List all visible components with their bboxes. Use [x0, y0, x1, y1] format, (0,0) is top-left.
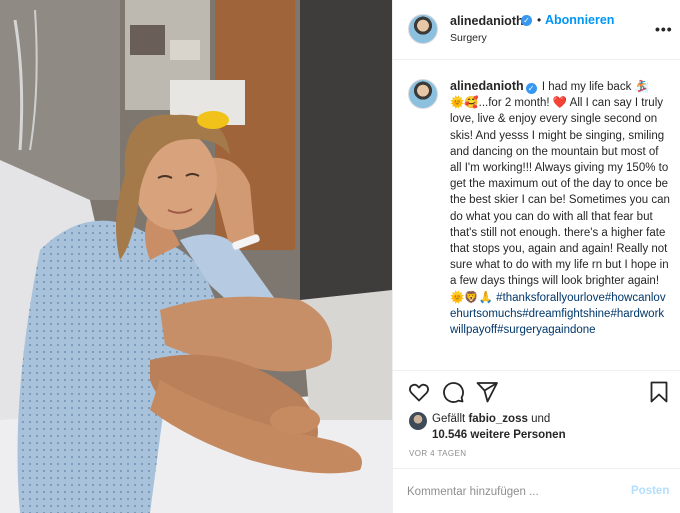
caption-part2: ...for 2 month!	[478, 97, 553, 110]
likes-count-link[interactable]: 10.546 weitere Personen	[432, 429, 566, 441]
comment-input[interactable]	[407, 483, 607, 501]
comment-icon[interactable]	[441, 380, 465, 404]
post-timestamp[interactable]: VOR 4 TAGEN	[409, 449, 466, 458]
caption-area[interactable]: alinedanioth ✓ I had my life back 🏂 🌞🥰...…	[393, 61, 680, 371]
caption-text: alinedanioth ✓ I had my life back 🏂 🌞🥰...…	[450, 78, 670, 338]
caption-username-link[interactable]: alinedanioth	[450, 79, 524, 93]
action-bar	[393, 373, 680, 413]
caption-part3: All I can say I truly love, live & enjoy…	[450, 97, 670, 288]
separator-dot: •	[537, 13, 542, 27]
location-link[interactable]: Surgery	[450, 32, 487, 44]
sun-smile-emoji: 🌞🥰	[450, 97, 479, 110]
post-header: alinedanioth ✓ • Abonnieren Surgery •••	[393, 0, 680, 60]
liker-avatar[interactable]	[409, 412, 427, 430]
snowboarder-emoji: 🏂	[634, 81, 649, 93]
caption-avatar[interactable]	[408, 79, 438, 109]
sun-lion-pray-emoji: 🌞🦁🙏	[450, 291, 493, 304]
username-link[interactable]: alinedanioth	[450, 14, 524, 28]
bookmark-icon[interactable]	[647, 380, 671, 404]
heart-emoji: ❤️	[552, 97, 568, 110]
likes-and: und	[527, 413, 551, 425]
more-options-icon[interactable]: •••	[655, 21, 673, 37]
likes-summary: Gefällt fabio_zoss und 10.546 weitere Pe…	[393, 408, 680, 448]
follow-button[interactable]: Abonnieren	[545, 13, 614, 27]
verified-badge-icon: ✓	[525, 83, 537, 94]
post-side-panel: alinedanioth ✓ • Abonnieren Surgery ••• …	[392, 0, 680, 513]
liker-username-link[interactable]: fabio_zoss	[468, 413, 527, 425]
likes-prefix: Gefällt	[432, 413, 469, 425]
likes-line: Gefällt fabio_zoss und	[432, 413, 550, 425]
heart-icon[interactable]	[407, 380, 431, 404]
post-comment-button[interactable]: Posten	[631, 485, 669, 497]
photo-illustration	[0, 0, 392, 513]
avatar[interactable]	[408, 14, 438, 44]
post-photo[interactable]	[0, 0, 392, 513]
share-icon[interactable]	[475, 380, 499, 404]
comment-bar: Posten	[393, 468, 680, 513]
verified-badge-icon: ✓	[521, 15, 532, 26]
caption-part1: I had my life back	[541, 81, 635, 93]
